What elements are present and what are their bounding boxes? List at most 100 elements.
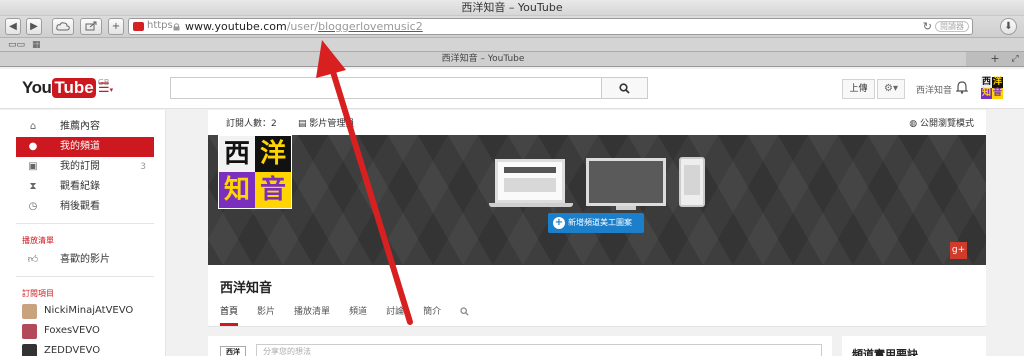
subscriptions-title[interactable]: 訂閱項目 bbox=[22, 287, 165, 301]
sidebar-item-subscriptions[interactable]: ▣ 我的訂閱 3 bbox=[16, 157, 154, 177]
search-input[interactable] bbox=[170, 77, 602, 99]
downloads-button[interactable]: ⬇ bbox=[1000, 18, 1017, 35]
channel-art-avatar[interactable]: 西 洋 知 音 bbox=[218, 135, 292, 209]
address-bar[interactable]: https www.youtube.com/user/bloggerlovemu… bbox=[128, 18, 973, 35]
search-button[interactable] bbox=[601, 77, 648, 99]
gear-icon: ⚙▾ bbox=[884, 83, 898, 94]
channel-tabs: 首頁 影片 播放清單 頻道 討論 簡介 bbox=[220, 307, 469, 326]
new-tab-button[interactable]: + bbox=[108, 18, 124, 35]
header-avatar[interactable]: 西 洋 知 音 bbox=[981, 77, 1003, 99]
share-avatar: 西洋 bbox=[220, 346, 246, 356]
window-title: 西洋知音 – YouTube bbox=[0, 0, 1024, 16]
top-sites-icon[interactable]: ▦ bbox=[32, 40, 41, 50]
share-button[interactable] bbox=[80, 18, 102, 35]
tv-stand bbox=[616, 206, 636, 210]
tab-playlists[interactable]: 播放清單 bbox=[294, 307, 330, 326]
sidebar-item-label: 我的頻道 bbox=[60, 141, 100, 152]
user-icon: ● bbox=[28, 141, 38, 152]
subscription-label: ZEDDVEVO bbox=[44, 345, 101, 356]
subscription-label: NickiMinajAtVEVO bbox=[44, 305, 134, 316]
history-icon: ⧗ bbox=[29, 181, 37, 192]
sidebar-item-history[interactable]: ⧗ 觀看紀錄 bbox=[16, 177, 154, 197]
phone-screen bbox=[684, 165, 700, 195]
home-icon: ⌂ bbox=[29, 121, 37, 132]
reload-icon[interactable]: ↻ bbox=[923, 20, 932, 33]
sidebar-item-my-channel[interactable]: ● 我的頻道 bbox=[16, 137, 154, 157]
upload-button[interactable]: 上傳 bbox=[842, 79, 875, 99]
guide-menu-icon[interactable]: ☰▾ bbox=[98, 81, 113, 96]
share-placeholder: 分享您的想法 bbox=[263, 347, 311, 356]
forward-icon: ▶ bbox=[30, 21, 38, 32]
tab-discussion[interactable]: 討論 bbox=[386, 307, 404, 326]
reader-button[interactable]: 閱讀器 bbox=[935, 21, 969, 32]
tab-home[interactable]: 首頁 bbox=[220, 307, 239, 326]
video-manager-label: 影片管理員 bbox=[309, 119, 355, 129]
plus-icon: + bbox=[111, 21, 121, 32]
video-manager-link[interactable]: ▤ 影片管理員 bbox=[298, 116, 354, 129]
icloud-button[interactable] bbox=[52, 18, 74, 35]
add-channel-art-label: 新增頻道美工圖案 bbox=[568, 218, 632, 227]
bookmarks-bar: ▭▭ ▦ bbox=[0, 38, 1024, 52]
url-protocol: https bbox=[147, 20, 173, 31]
tips-title: 頻道實用要訣 bbox=[852, 348, 918, 356]
tab-about[interactable]: 簡介 bbox=[423, 307, 441, 326]
avatar-char-1: 西 bbox=[981, 77, 992, 88]
channel-name: 西洋知音 bbox=[220, 281, 273, 296]
phone-illustration bbox=[679, 157, 705, 207]
sidebar-divider bbox=[16, 276, 154, 277]
youtube-logo[interactable]: You Tube GB bbox=[22, 78, 109, 98]
tab-overview-icon[interactable]: ⤢ bbox=[1006, 52, 1024, 66]
lock-icon bbox=[173, 23, 180, 31]
settings-button[interactable]: ⚙▾ bbox=[877, 79, 905, 99]
sidebar-item-home[interactable]: ⌂ 推薦內容 bbox=[16, 117, 154, 137]
subscription-item[interactable]: NickiMinajAtVEVO bbox=[16, 301, 165, 321]
subscriptions-icon: ▣ bbox=[28, 161, 38, 172]
reading-list-icon[interactable]: ▭▭ bbox=[8, 40, 25, 50]
browser-window: 西洋知音 – YouTube ◀ ▶ + https www.youtube.c… bbox=[0, 0, 1024, 356]
subscriber-count: 訂閱人數：2 bbox=[226, 119, 277, 129]
channel-banner bbox=[208, 135, 986, 265]
share-input[interactable]: 分享您的想法 bbox=[256, 344, 822, 356]
laptop-illustration bbox=[495, 159, 565, 203]
public-view-label: 公開瀏覽模式 bbox=[919, 119, 974, 129]
public-view-link[interactable]: ◍ 公開瀏覽模式 bbox=[909, 116, 974, 129]
subscription-item[interactable]: ZEDDVEVO bbox=[16, 341, 165, 356]
add-channel-art-button[interactable]: + 新增頻道美工圖案 bbox=[548, 213, 644, 233]
tab-channels[interactable]: 頻道 bbox=[349, 307, 367, 326]
share-icon bbox=[85, 21, 97, 31]
plus-circle-icon: + bbox=[553, 217, 565, 229]
tab-videos[interactable]: 影片 bbox=[257, 307, 275, 326]
tab-youtube[interactable]: 西洋知音 – YouTube bbox=[0, 52, 966, 66]
tv-illustration bbox=[586, 158, 666, 206]
back-button[interactable]: ◀ bbox=[5, 18, 21, 35]
guide-sidebar: ⌂ 推薦內容 ● 我的頻道 ▣ 我的訂閱 3 ⧗ 觀看紀錄 ◷ 稍後觀看 播放清… bbox=[0, 110, 166, 356]
subscriptions-count: 3 bbox=[140, 162, 146, 172]
url-text: www.youtube.com/user/bloggerlovemusic2 bbox=[185, 20, 423, 33]
subscription-item[interactable]: FoxesVEVO bbox=[16, 321, 165, 341]
sidebar-item-liked-videos[interactable]: 👍︎ 喜歡的影片 bbox=[16, 250, 154, 270]
avatar-char-2: 洋 bbox=[992, 77, 1003, 88]
sidebar-item-watch-later[interactable]: ◷ 稍後觀看 bbox=[16, 197, 154, 217]
channel-search-icon[interactable] bbox=[460, 307, 469, 326]
back-icon: ◀ bbox=[9, 21, 17, 32]
sidebar-item-label: 稍後觀看 bbox=[60, 201, 100, 212]
sidebar-item-label: 我的訂閱 bbox=[60, 161, 100, 172]
sidebar-item-label: 喜歡的影片 bbox=[60, 254, 110, 265]
google-plus-icon[interactable]: g+ bbox=[950, 242, 967, 259]
forward-button[interactable]: ▶ bbox=[26, 18, 42, 35]
bell-icon[interactable] bbox=[955, 81, 969, 98]
clock-icon: ◷ bbox=[28, 201, 38, 212]
globe-icon: ◍ bbox=[909, 119, 920, 129]
youtube-favicon-icon bbox=[133, 22, 144, 31]
sidebar-item-label: 觀看紀錄 bbox=[60, 181, 100, 192]
youtube-header: You Tube GB ☰▾ 上傳 ⚙▾ 西洋知音 西 洋 知 音 bbox=[0, 69, 1024, 109]
art-char-4: 音 bbox=[255, 172, 291, 208]
add-tab-icon[interactable]: + bbox=[986, 52, 1004, 66]
laptop-bar bbox=[504, 167, 556, 173]
header-username[interactable]: 西洋知音 bbox=[916, 83, 952, 96]
playlists-title[interactable]: 播放清單 bbox=[22, 234, 165, 248]
logo-tube: Tube bbox=[52, 78, 96, 98]
share-box: 西洋 分享您的想法 bbox=[208, 336, 832, 356]
video-manager-icon: ▤ bbox=[298, 119, 310, 129]
art-char-3: 知 bbox=[219, 172, 255, 208]
